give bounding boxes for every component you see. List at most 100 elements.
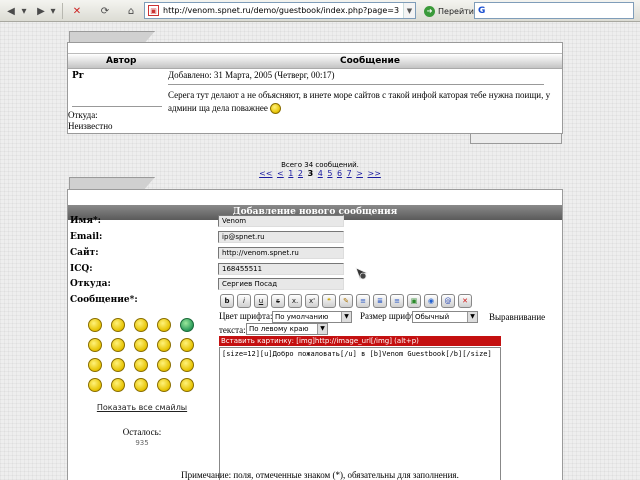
chevron-down-icon: ▼ [317, 324, 327, 334]
pager-next-link[interactable]: > [356, 169, 363, 178]
clear-icon[interactable]: ✕ [458, 294, 472, 308]
email-label: Email: [70, 232, 103, 242]
pager-page-link[interactable]: 2 [298, 169, 303, 178]
mouse-cursor-icon [355, 267, 369, 281]
pager-page-link[interactable]: 5 [327, 169, 332, 178]
underline-button[interactable]: u [254, 294, 268, 308]
home-icon[interactable]: ⌂ [124, 3, 138, 19]
name-label: Имя*: [70, 216, 101, 226]
message-label: Сообщение*: [70, 295, 138, 305]
remaining-label: Осталось: [122, 427, 162, 437]
italic-button[interactable]: i [237, 294, 251, 308]
reload-icon[interactable]: ⟳ [98, 3, 112, 19]
email-input[interactable]: ip@spnet.ru [218, 231, 344, 243]
name-input[interactable]: Venom [218, 215, 344, 227]
strike-button[interactable]: s [271, 294, 285, 308]
site-label: Сайт: [70, 248, 99, 258]
page-favicon-icon: ▣ [148, 5, 159, 16]
pager: << < 1 2 3 4 5 6 7 > >> [0, 169, 640, 178]
image-icon[interactable]: ▣ [407, 294, 421, 308]
smiley-icon[interactable] [134, 318, 148, 332]
smiley-icon [270, 103, 282, 115]
post-author: Pr [72, 71, 84, 81]
align-select[interactable]: По левому краю ▼ [246, 323, 328, 335]
posts-panel: Автор Сообщение Pr Добавлено: 31 Марта, … [67, 42, 563, 134]
back-dropdown-icon[interactable]: ▾ [20, 3, 28, 19]
smiley-icon[interactable] [111, 318, 125, 332]
smiley-icon[interactable] [134, 378, 148, 392]
align-left-icon[interactable]: ≡ [356, 294, 370, 308]
forward-icon[interactable]: ▶ [34, 3, 48, 19]
align-right-icon[interactable]: ≡ [390, 294, 404, 308]
pager-last-link[interactable]: >> [368, 169, 381, 178]
post-divider [168, 84, 544, 85]
smiley-icon[interactable] [88, 318, 102, 332]
smiley-icon[interactable] [157, 338, 171, 352]
address-dropdown-icon[interactable]: ▼ [403, 3, 415, 18]
icq-label: ICQ: [70, 264, 93, 274]
address-bar[interactable]: ▣ http://venom.spnet.ru/demo/guestbook/i… [144, 2, 416, 19]
remaining-value: 935 [135, 439, 149, 447]
from-label: Откуда: [70, 279, 111, 289]
post-from-label: Откуда: [68, 110, 98, 120]
search-value: G [478, 5, 486, 16]
column-author-header: Автор [106, 56, 137, 66]
go-arrow-icon: ➜ [424, 5, 435, 17]
back-icon[interactable]: ◀ [4, 3, 18, 19]
smiley-icon[interactable] [111, 338, 125, 352]
search-input[interactable]: G [474, 2, 634, 19]
smiley-icon[interactable] [88, 378, 102, 392]
smiley-icon[interactable] [180, 318, 194, 332]
pager-prev-link[interactable]: < [277, 169, 284, 178]
pager-first-link[interactable]: << [259, 169, 272, 178]
quote-icon[interactable]: ❝ [322, 294, 336, 308]
post-text-body: Серега тут делают а не объясняют, в инет… [168, 90, 551, 113]
smiley-icon[interactable] [157, 358, 171, 372]
pager-page-link[interactable]: 7 [347, 169, 352, 178]
pager-page-link[interactable]: 4 [318, 169, 323, 178]
align-center-icon[interactable]: ≣ [373, 294, 387, 308]
smiley-icon[interactable] [111, 378, 125, 392]
message-textarea[interactable]: [size=12][u]Добро пожаловать[/u] в [b]Ve… [219, 347, 501, 480]
posts-table-header: Автор Сообщение [68, 53, 562, 69]
pager-total: Всего 34 сообщений. [281, 161, 359, 169]
go-button[interactable]: ➜ Перейти [424, 4, 474, 18]
marker-icon[interactable]: ✎ [339, 294, 353, 308]
smiley-icon[interactable] [180, 358, 194, 372]
forward-dropdown-icon[interactable]: ▾ [49, 3, 57, 19]
bbcode-hint: Вставить картинку: [img]http://image_url… [219, 336, 501, 346]
column-message-header: Сообщение [340, 56, 400, 66]
post-from-value: Неизвестно [68, 121, 113, 131]
go-button-label: Перейти [438, 6, 474, 16]
smiley-icon[interactable] [88, 358, 102, 372]
required-note: Примечание: поля, отмеченные знаком (*),… [181, 470, 459, 480]
bold-button[interactable]: b [220, 294, 234, 308]
author-divider [72, 106, 162, 107]
smiley-icon[interactable] [157, 378, 171, 392]
site-input[interactable]: http://venom.spnet.ru [218, 247, 344, 259]
smiley-icon[interactable] [180, 338, 194, 352]
post-text: Серега тут делают а не объясняют, в инет… [168, 89, 552, 115]
address-url: http://venom.spnet.ru/demo/guestbook/ind… [163, 6, 400, 15]
stop-icon[interactable]: ✕ [70, 3, 84, 19]
browser-toolbar: ◀ ▾ ▶ ▾ ✕ ⟳ ⌂ ▣ http://venom.spnet.ru/de… [0, 0, 640, 22]
smiley-icon[interactable] [134, 358, 148, 372]
add-message-panel: Добавление нового сообщения Имя*: Venom … [67, 189, 563, 480]
email-icon[interactable]: @ [441, 294, 455, 308]
pager-current-page: 3 [307, 169, 314, 178]
show-all-smileys-link[interactable]: Показать все смайлы [86, 403, 198, 412]
pager-page-link[interactable]: 1 [288, 169, 293, 178]
superscript-button[interactable]: x' [305, 294, 319, 308]
smiley-icon[interactable] [180, 378, 194, 392]
smiley-icon[interactable] [157, 318, 171, 332]
from-input[interactable]: Сергиев Посад [218, 278, 344, 290]
link-icon[interactable]: ◉ [424, 294, 438, 308]
smiley-icon[interactable] [111, 358, 125, 372]
smiley-icon[interactable] [134, 338, 148, 352]
icq-input[interactable]: 168455511 [218, 263, 344, 275]
panel-foot-decoration [470, 134, 562, 144]
subscript-button[interactable]: x. [288, 294, 302, 308]
pager-page-link[interactable]: 6 [337, 169, 342, 178]
align-value: По левому краю [249, 325, 309, 333]
smiley-icon[interactable] [88, 338, 102, 352]
